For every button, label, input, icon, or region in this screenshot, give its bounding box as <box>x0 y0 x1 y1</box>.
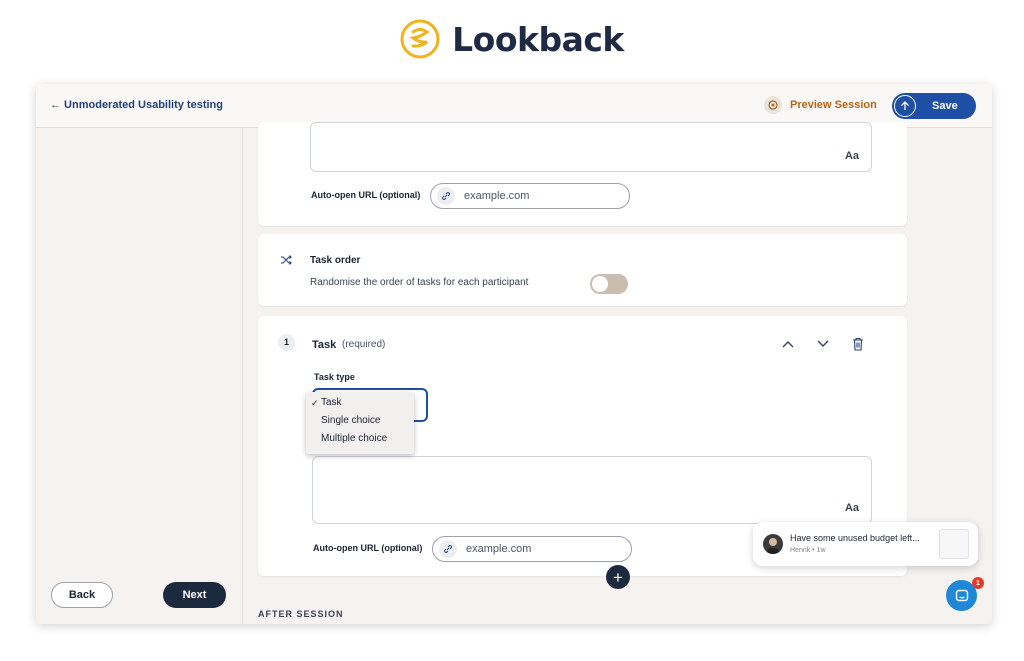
add-block-button-bottom[interactable]: + <box>606 565 630 589</box>
unread-badge: 1 <box>972 577 984 589</box>
spiral-logo-icon <box>400 19 440 59</box>
auto-open-url-input[interactable]: example.com <box>430 183 630 209</box>
next-button[interactable]: Next <box>163 582 226 608</box>
task-auto-open-url-label: Auto-open URL (optional) <box>313 543 423 553</box>
task-order-card: Task order Randomise the order of tasks … <box>258 234 907 306</box>
shuffle-icon <box>281 255 292 265</box>
after-session-heading: AFTER SESSION <box>258 609 344 619</box>
back-to-study-link[interactable]: ← Unmoderated Usability testing <box>50 99 223 111</box>
notification-thumbnail <box>939 529 969 559</box>
link-icon <box>439 540 457 558</box>
dropdown-option-multiple-choice[interactable]: Multiple choice <box>321 431 387 447</box>
sidebar: Back Next <box>36 128 243 624</box>
dropdown-option-task[interactable]: Task <box>321 395 342 411</box>
dropdown-option-single-choice[interactable]: Single choice <box>321 413 380 429</box>
url-placeholder: example.com <box>466 543 532 555</box>
back-button[interactable]: Back <box>51 582 113 608</box>
task-type-dropdown: ✓ Task Single choice Multiple choice <box>306 392 414 454</box>
preview-session-button[interactable]: Preview Session <box>764 96 877 114</box>
task-auto-open-url-input[interactable]: example.com <box>432 536 632 562</box>
randomise-toggle[interactable] <box>590 274 628 294</box>
notification-meta: Henrik • 1w <box>790 547 826 554</box>
chat-icon <box>955 589 968 601</box>
chevron-down-icon[interactable] <box>816 339 830 349</box>
text-format-icon[interactable]: Aa <box>845 502 859 514</box>
url-placeholder: example.com <box>464 190 530 202</box>
intro-card: Aa Auto-open URL (optional) example.com <box>258 122 907 226</box>
chevron-up-icon[interactable] <box>781 339 795 349</box>
upload-arrow-icon <box>894 95 916 117</box>
check-icon: ✓ <box>311 398 319 408</box>
eye-icon <box>764 96 782 114</box>
trash-icon[interactable] <box>852 337 864 351</box>
message-notification[interactable]: Have some unused budget left... Henrik •… <box>753 522 978 566</box>
text-format-icon[interactable]: Aa <box>845 150 859 162</box>
link-icon <box>437 187 455 205</box>
auto-open-url-label: Auto-open URL (optional) <box>311 190 421 200</box>
task-text-editor[interactable]: Aa <box>312 456 872 524</box>
task-type-label: Task type <box>314 372 355 382</box>
intro-text-editor[interactable]: Aa <box>310 122 872 172</box>
task-order-title: Task order <box>310 255 361 266</box>
save-label: Save <box>932 100 958 112</box>
toggle-knob <box>592 276 608 292</box>
task-title: Task <box>312 339 337 351</box>
brand-name: Lookback <box>452 19 624 59</box>
brand-header: Lookback <box>0 0 1024 78</box>
avatar <box>763 534 783 554</box>
save-button[interactable]: Save <box>892 93 976 119</box>
task-order-description: Randomise the order of tasks for each pa… <box>310 277 529 288</box>
preview-session-label: Preview Session <box>790 99 877 111</box>
task-required-label: (required) <box>342 339 386 350</box>
notification-message: Have some unused budget left... <box>790 533 920 543</box>
task-number-badge: 1 <box>278 334 295 351</box>
